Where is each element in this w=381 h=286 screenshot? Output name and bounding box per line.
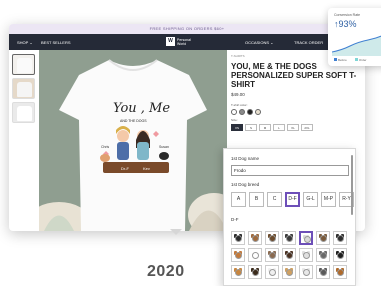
shirt-name-2: Susan <box>159 145 169 149</box>
size-m[interactable]: M <box>259 124 271 131</box>
conversion-label: Conversion Rate <box>334 13 361 17</box>
dog-breed-option[interactable] <box>282 265 296 279</box>
dog-breed-option[interactable] <box>316 265 330 279</box>
breed-group-c[interactable]: C <box>267 192 282 207</box>
logo-text-line2: World <box>177 41 187 46</box>
promo-bar: FREE SHIPPING ON ORDERS $60+ <box>9 24 365 34</box>
color-swatch-1[interactable] <box>231 109 237 115</box>
breed-group-b[interactable]: B <box>249 192 264 207</box>
shirt-text-2: AND THE DOGS <box>120 119 147 123</box>
dog-breed-option[interactable] <box>299 231 313 245</box>
dog-breed-option[interactable] <box>316 248 330 262</box>
nav-bar: SHOP ⌄ BEST SELLERS W Personal World OCC… <box>9 34 365 50</box>
logo-text-line1: Personal <box>177 37 191 42</box>
dog-breed-option[interactable] <box>282 248 296 262</box>
nav-occasions-menu[interactable]: OCCASIONS ⌄ <box>245 40 273 45</box>
dog-breed-option[interactable] <box>333 231 347 245</box>
dog-breed-option[interactable] <box>231 265 245 279</box>
dog-breed-option[interactable] <box>248 248 262 262</box>
personalization-panel: 1st Dog name Frodo 1st Dog breed A B C D… <box>223 148 356 286</box>
thumbnail-list <box>12 54 36 126</box>
dog-breed-option[interactable] <box>265 265 279 279</box>
conversion-value: ↑93% <box>334 19 357 29</box>
nav-track-order[interactable]: TRACK ORDER <box>294 40 323 45</box>
size-xl[interactable]: XL <box>287 124 299 131</box>
nav-shop-menu[interactable]: SHOP ⌄ <box>17 40 33 45</box>
size-2xl[interactable]: 2XL <box>301 124 313 131</box>
brand-logo[interactable]: W Personal World <box>166 36 202 47</box>
dog-breed-option[interactable] <box>231 231 245 245</box>
thumbnail-2[interactable] <box>12 78 35 99</box>
dog-breed-label: 1st Dog breed <box>231 182 260 187</box>
shirt-badge-2: Kev <box>143 166 150 171</box>
conversion-legend: Before Order <box>334 58 367 62</box>
size-options: XS S M L XL 2XL <box>231 124 365 131</box>
shirt-badge-1: Dr-F <box>121 166 130 171</box>
color-swatch-3[interactable] <box>247 109 253 115</box>
timeline-year: 2020 <box>147 263 185 280</box>
size-l[interactable]: L <box>273 124 285 131</box>
logo-mark: W <box>166 37 175 46</box>
legend-before: Before <box>338 58 347 62</box>
breed-group-a[interactable]: A <box>231 192 246 207</box>
dog-name-input[interactable]: Frodo <box>231 165 349 176</box>
breed-groups: A B C D-F G-L M-P R-Y <box>231 192 354 207</box>
dog-breed-option[interactable] <box>231 248 245 262</box>
product-photo[interactable]: You , Me AND THE DOGS Chris Susan Dr-F K… <box>39 50 227 231</box>
shirt-name-1: Chris <box>101 145 109 149</box>
tshirt-illustration: You , Me AND THE DOGS Chris Susan Dr-F K… <box>39 50 227 231</box>
breed-group-heading: D-F <box>231 217 239 222</box>
dog-breed-option[interactable] <box>316 231 330 245</box>
dog-breed-option[interactable] <box>265 248 279 262</box>
dog-breed-option[interactable] <box>333 265 347 279</box>
thumbnail-1[interactable] <box>12 54 35 75</box>
dog-breed-option[interactable] <box>299 248 313 262</box>
dog-breed-option[interactable] <box>282 231 296 245</box>
breed-group-m-p[interactable]: M-P <box>321 192 336 207</box>
shirt-text-1: You , Me <box>113 101 170 116</box>
color-swatch-2[interactable] <box>239 109 245 115</box>
nav-best-sellers[interactable]: BEST SELLERS <box>41 40 71 45</box>
size-s[interactable]: S <box>245 124 257 131</box>
product-price: $49.00 <box>231 92 245 97</box>
conversion-rate-card: Conversion Rate ↑93% Before Order <box>328 8 381 66</box>
color-swatches <box>231 109 365 115</box>
dog-breed-option[interactable] <box>248 265 262 279</box>
timeline-pointer <box>170 229 182 235</box>
panel-scrollbar[interactable] <box>351 155 353 215</box>
conversion-sparkline <box>332 35 381 56</box>
size-label: Size: <box>231 118 238 122</box>
breed-group-g-l[interactable]: G-L <box>303 192 318 207</box>
thumbnail-3[interactable] <box>12 102 35 123</box>
breed-group-d-f[interactable]: D-F <box>285 192 300 207</box>
size-xs[interactable]: XS <box>231 124 243 131</box>
dog-name-label: 1st Dog name <box>231 156 260 161</box>
dog-breed-option[interactable] <box>333 248 347 262</box>
color-label: T-shirt color: <box>231 103 248 107</box>
product-title: YOU, ME & THE DOGS PERSONALIZED SUPER SO… <box>231 62 357 89</box>
dog-breed-option[interactable] <box>299 265 313 279</box>
dog-breed-option[interactable] <box>265 231 279 245</box>
dog-breed-grid <box>231 231 347 279</box>
dog-breed-option[interactable] <box>248 231 262 245</box>
legend-order: Order <box>358 58 367 62</box>
color-swatch-4[interactable] <box>255 109 261 115</box>
